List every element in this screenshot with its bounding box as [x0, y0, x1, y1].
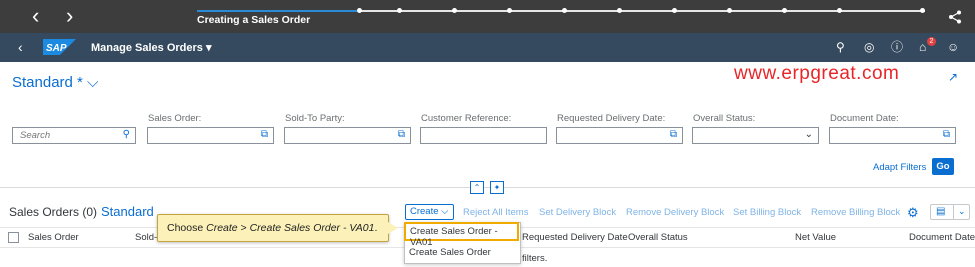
customer-ref-label: Customer Reference: [421, 113, 512, 124]
export-segmented-button[interactable]: ▤ ⌄ [930, 204, 970, 220]
user-icon[interactable]: ☺ [947, 40, 959, 54]
column-header[interactable]: Sold- [135, 232, 157, 243]
column-header[interactable]: Sales Order [28, 232, 79, 243]
sales-order-label: Sales Order: [148, 113, 202, 124]
chevron-down-icon[interactable]: ⌄ [958, 206, 966, 217]
walkthrough-title: Creating a Sales Order [197, 14, 311, 26]
table-variant-selector[interactable]: Standard [101, 204, 154, 219]
collapse-header-icon[interactable]: ⌃ [470, 181, 484, 194]
progress-step [782, 8, 787, 13]
share-link-icon[interactable]: ↗ [948, 70, 958, 84]
callout-sep: > [237, 222, 250, 234]
notifications-icon[interactable]: ⌂ [919, 40, 926, 54]
remove-delivery-block-button[interactable]: Remove Delivery Block [626, 207, 724, 218]
req-delivery-label: Requested Delivery Date: [557, 113, 666, 124]
table-title: Sales Orders (0) [9, 205, 98, 219]
header-divider [0, 187, 975, 188]
adapt-filters-link[interactable]: Adapt Filters [873, 162, 926, 173]
column-header[interactable]: Net Value [795, 232, 836, 243]
progress-step [452, 8, 457, 13]
overall-status-select[interactable]: ⌄ [692, 127, 819, 144]
progress-fill [197, 10, 360, 12]
notification-badge: 2 [927, 37, 936, 46]
value-help-icon[interactable]: ⧉ [943, 129, 950, 140]
column-header[interactable]: Requested Delivery Date [522, 232, 628, 243]
customer-ref-field[interactable] [420, 127, 547, 144]
sap-logo: SAP [43, 39, 76, 55]
watermark: www.erpgreat.com [734, 63, 900, 84]
go-button[interactable]: Go [932, 158, 954, 175]
column-header[interactable]: Overall Status [628, 232, 688, 243]
chevron-left-icon[interactable]: ‹ [32, 5, 39, 27]
set-billing-block-button[interactable]: Set Billing Block [733, 207, 801, 218]
callout-target: Create Sales Order - VA01 [249, 222, 375, 234]
sold-to-field[interactable]: ⧉ [284, 127, 411, 144]
back-icon[interactable]: ‹ [18, 39, 23, 55]
callout-prefix: Choose [167, 222, 207, 234]
chevron-down-icon[interactable]: ⌄ [805, 129, 813, 140]
walkthrough-callout: Choose Create > Create Sales Order - VA0… [157, 214, 389, 242]
reject-all-items-button[interactable]: Reject All Items [463, 207, 528, 218]
progress-track [197, 8, 925, 13]
progress-step [727, 8, 732, 13]
select-all-checkbox[interactable] [8, 232, 19, 243]
search-icon[interactable]: ⚲ [836, 40, 845, 54]
sales-order-field[interactable]: ⧉ [147, 127, 274, 144]
progress-step [617, 8, 622, 13]
document-date-label: Document Date: [830, 113, 899, 124]
app-title-menu[interactable]: Manage Sales Orders ▾ [91, 41, 211, 54]
walkthrough-bar: ‹ › Creating a Sales Order [0, 0, 975, 33]
value-help-icon[interactable]: ⧉ [670, 129, 677, 140]
remove-billing-block-button[interactable]: Remove Billing Block [811, 207, 900, 218]
share-icon[interactable] [948, 10, 962, 24]
callout-suffix: . [374, 222, 378, 234]
set-delivery-block-button[interactable]: Set Delivery Block [539, 207, 616, 218]
shell-bar: ‹ SAP Manage Sales Orders ▾ ⚲ ◎ ⓘ ⌂ 2 ☺ [0, 33, 975, 62]
search-icon[interactable]: ⚲ [123, 129, 130, 140]
create-button[interactable]: Create ⌵ [405, 204, 454, 220]
callout-create: Create [206, 222, 238, 234]
progress-step [507, 8, 512, 13]
pin-header-icon[interactable]: ✦ [490, 181, 504, 194]
value-help-icon[interactable]: ⧉ [261, 129, 268, 140]
menu-item-create-sales-order[interactable]: Create Sales Order [409, 247, 491, 258]
sold-to-label: Sold-To Party: [285, 113, 345, 124]
value-help-icon[interactable]: ⧉ [398, 129, 405, 140]
progress-step [357, 8, 362, 13]
gear-icon[interactable]: ⚙ [907, 205, 919, 221]
overall-status-label: Overall Status: [693, 113, 756, 124]
progress-step [837, 8, 842, 13]
chevron-right-icon[interactable]: › [66, 5, 73, 27]
search-placeholder: Search [20, 130, 51, 141]
export-icon[interactable]: ▤ [936, 206, 945, 217]
progress-step [920, 8, 925, 13]
document-date-field[interactable]: ⧉ [829, 127, 956, 144]
help-icon[interactable]: ⓘ [891, 40, 903, 54]
menu-item-create-sales-order-va01[interactable]: Create Sales Order - VA01 [404, 222, 519, 248]
column-header[interactable]: Document Date [909, 232, 975, 243]
search-input[interactable]: Search ⚲ [12, 127, 136, 144]
req-delivery-field[interactable]: ⧉ [556, 127, 683, 144]
progress-step [672, 8, 677, 13]
segment-divider [953, 205, 954, 219]
progress-step [397, 8, 402, 13]
svg-text:SAP: SAP [46, 43, 67, 54]
copilot-icon[interactable]: ◎ [864, 40, 874, 54]
progress-step [562, 8, 567, 13]
variant-selector[interactable]: Standard * ⌵ [12, 74, 98, 91]
callout-arrow [388, 222, 398, 234]
no-data-text: filters. [522, 253, 548, 264]
